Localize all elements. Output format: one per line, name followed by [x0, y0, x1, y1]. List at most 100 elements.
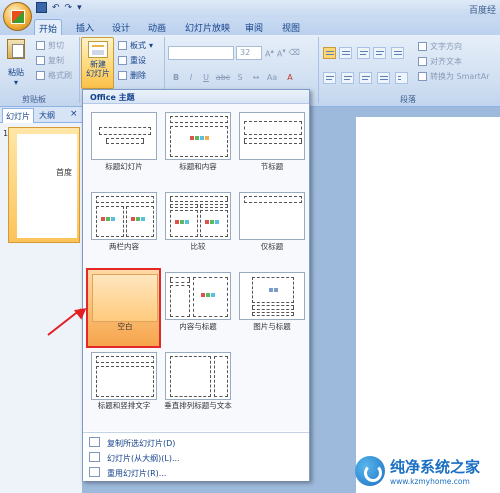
cut-label: 剪切 [48, 41, 64, 50]
customize-qat-icon[interactable]: ▾ [77, 3, 82, 13]
align-left-button[interactable] [323, 72, 336, 84]
reset-icon [118, 56, 127, 65]
text-direction-button[interactable]: 文字方向 [418, 41, 462, 52]
increase-indent-button[interactable] [373, 47, 386, 59]
grow-font-icon[interactable]: A▴ [265, 47, 274, 59]
numbering-button[interactable] [339, 47, 352, 59]
strikethrough-button[interactable]: abc [215, 72, 231, 84]
tab-slides[interactable]: 幻灯片 [2, 108, 34, 123]
change-case-icon[interactable]: Aa [266, 72, 278, 84]
office-button[interactable] [3, 2, 32, 31]
layout-title-vertical-text[interactable]: 标题和竖排文字 [87, 348, 161, 428]
char-spacing-icon[interactable]: ↔ [250, 72, 262, 84]
content-icons [201, 293, 215, 297]
slide-thumbnail[interactable] [8, 127, 80, 243]
tab-design[interactable]: 设计 [108, 19, 134, 35]
layout-comparison[interactable]: 比较 [161, 188, 235, 268]
copy-icon [36, 56, 45, 65]
clear-format-icon[interactable]: ⌫ [289, 48, 300, 57]
picture-icon [269, 288, 278, 292]
title-placeholder [99, 127, 151, 135]
underline-button[interactable]: U [200, 72, 212, 84]
justify-button[interactable] [377, 72, 390, 84]
bold-button[interactable]: B [170, 72, 182, 84]
new-slide-label: 新建 幻灯片 [86, 60, 110, 78]
close-panel-icon[interactable]: × [70, 109, 78, 119]
layout-preview [239, 112, 305, 160]
cut-button[interactable]: 剪切 [36, 40, 64, 51]
tab-home[interactable]: 开始 [34, 19, 63, 35]
columns-button[interactable] [395, 72, 408, 84]
office-logo-icon [10, 9, 25, 24]
layout-section-header[interactable]: 节标题 [235, 108, 309, 188]
decrease-indent-button[interactable] [357, 47, 370, 59]
content-placeholder [193, 277, 228, 317]
smartart-button[interactable]: 转换为 SmartAr [418, 71, 490, 82]
font-color-icon[interactable]: A [284, 72, 296, 84]
align-right-button[interactable] [359, 72, 372, 84]
ribbon-tabs: 开始 插入 设计 动画 幻灯片放映 审阅 视图 [0, 17, 500, 35]
duplicate-slides-menu-item[interactable]: 复制所选幻灯片(D) [83, 435, 309, 450]
font-name-combo[interactable] [168, 46, 234, 60]
watermark-url: www.kzmyhome.com [390, 477, 470, 486]
tab-view[interactable]: 视图 [278, 19, 304, 35]
align-text-button[interactable]: 对齐文本 [418, 56, 462, 67]
save-icon[interactable] [36, 2, 47, 13]
tab-animation[interactable]: 动画 [144, 19, 170, 35]
align-center-button[interactable] [341, 72, 354, 84]
font-size-combo[interactable]: 32 [236, 46, 262, 60]
layout-title-only[interactable]: 仅标题 [235, 188, 309, 268]
font-grow-shrink[interactable]: A▴ A▾ ⌫ [265, 47, 300, 59]
shadow-button[interactable]: S [234, 72, 246, 84]
tab-outline[interactable]: 大纲 [36, 108, 58, 123]
reuse-slide-icon [89, 467, 100, 477]
vertical-title-placeholder [214, 356, 228, 397]
layout-button[interactable]: 板式 ▾ [118, 40, 153, 51]
layout-picture-with-caption[interactable]: 图片与标题 [235, 268, 309, 348]
layout-label: 比较 [190, 242, 206, 251]
italic-button[interactable]: I [185, 72, 197, 84]
heading-placeholder [200, 204, 228, 208]
layout-two-content[interactable]: 两栏内容 [87, 188, 161, 268]
layout-vertical-title-text[interactable]: 垂直排列标题与文本 [161, 348, 235, 428]
layout-label: 空白 [117, 322, 133, 331]
format-painter-button[interactable]: 格式刷 [36, 70, 72, 81]
chevron-down-icon: ▾ [149, 41, 154, 50]
tab-insert[interactable]: 插入 [72, 19, 98, 35]
delete-button[interactable]: 删除 [118, 70, 146, 81]
align-text-icon [418, 57, 427, 66]
title-placeholder [96, 356, 154, 363]
layout-title-slide[interactable]: 标题幻灯片 [87, 108, 161, 188]
line-spacing-button[interactable] [391, 47, 404, 59]
layout-blank[interactable]: 空白 [86, 268, 161, 348]
paste-dropdown-icon: ▾ [13, 78, 18, 87]
layout-preview [239, 192, 305, 240]
title-placeholder [244, 196, 302, 203]
undo-icon[interactable]: ↶ [52, 3, 60, 13]
content-icons [205, 220, 219, 224]
copy-button[interactable]: 复制 [36, 55, 64, 66]
layout-title-content[interactable]: 标题和内容 [161, 108, 235, 188]
slide-thumbnail-page [17, 134, 77, 238]
tab-slideshow[interactable]: 幻灯片放映 [181, 19, 234, 35]
vertical-text-placeholder [170, 356, 211, 397]
slides-from-outline-menu-item[interactable]: 幻灯片(从大纲)(L)... [83, 450, 309, 465]
divider [79, 37, 80, 103]
reuse-slides-menu-item[interactable]: 重用幻灯片(R)... [83, 465, 309, 480]
title-placeholder [170, 196, 228, 202]
content-icons [101, 217, 115, 221]
paste-button[interactable]: 粘贴 ▾ [7, 39, 25, 87]
layout-preview [91, 352, 157, 400]
shrink-font-icon[interactable]: A▾ [277, 47, 286, 59]
layout-content-with-caption[interactable]: 内容与标题 [161, 268, 235, 348]
slide-canvas[interactable] [356, 117, 500, 493]
slide-thumbnail-text: 首度 [56, 168, 72, 177]
layout-gallery: 标题幻灯片 标题和内容 节标题 两栏内容 比较 仅标题 空白 内容与标题 图片与… [83, 104, 309, 431]
text-placeholder [170, 285, 190, 317]
tab-review[interactable]: 审阅 [241, 19, 267, 35]
bullets-button[interactable] [323, 47, 336, 59]
redo-icon[interactable]: ↷ [65, 3, 73, 13]
clipboard-group-label: 剪贴板 [22, 95, 46, 104]
reset-button[interactable]: 重设 [118, 55, 146, 66]
new-slide-button[interactable]: 新建 幻灯片 [81, 37, 114, 89]
